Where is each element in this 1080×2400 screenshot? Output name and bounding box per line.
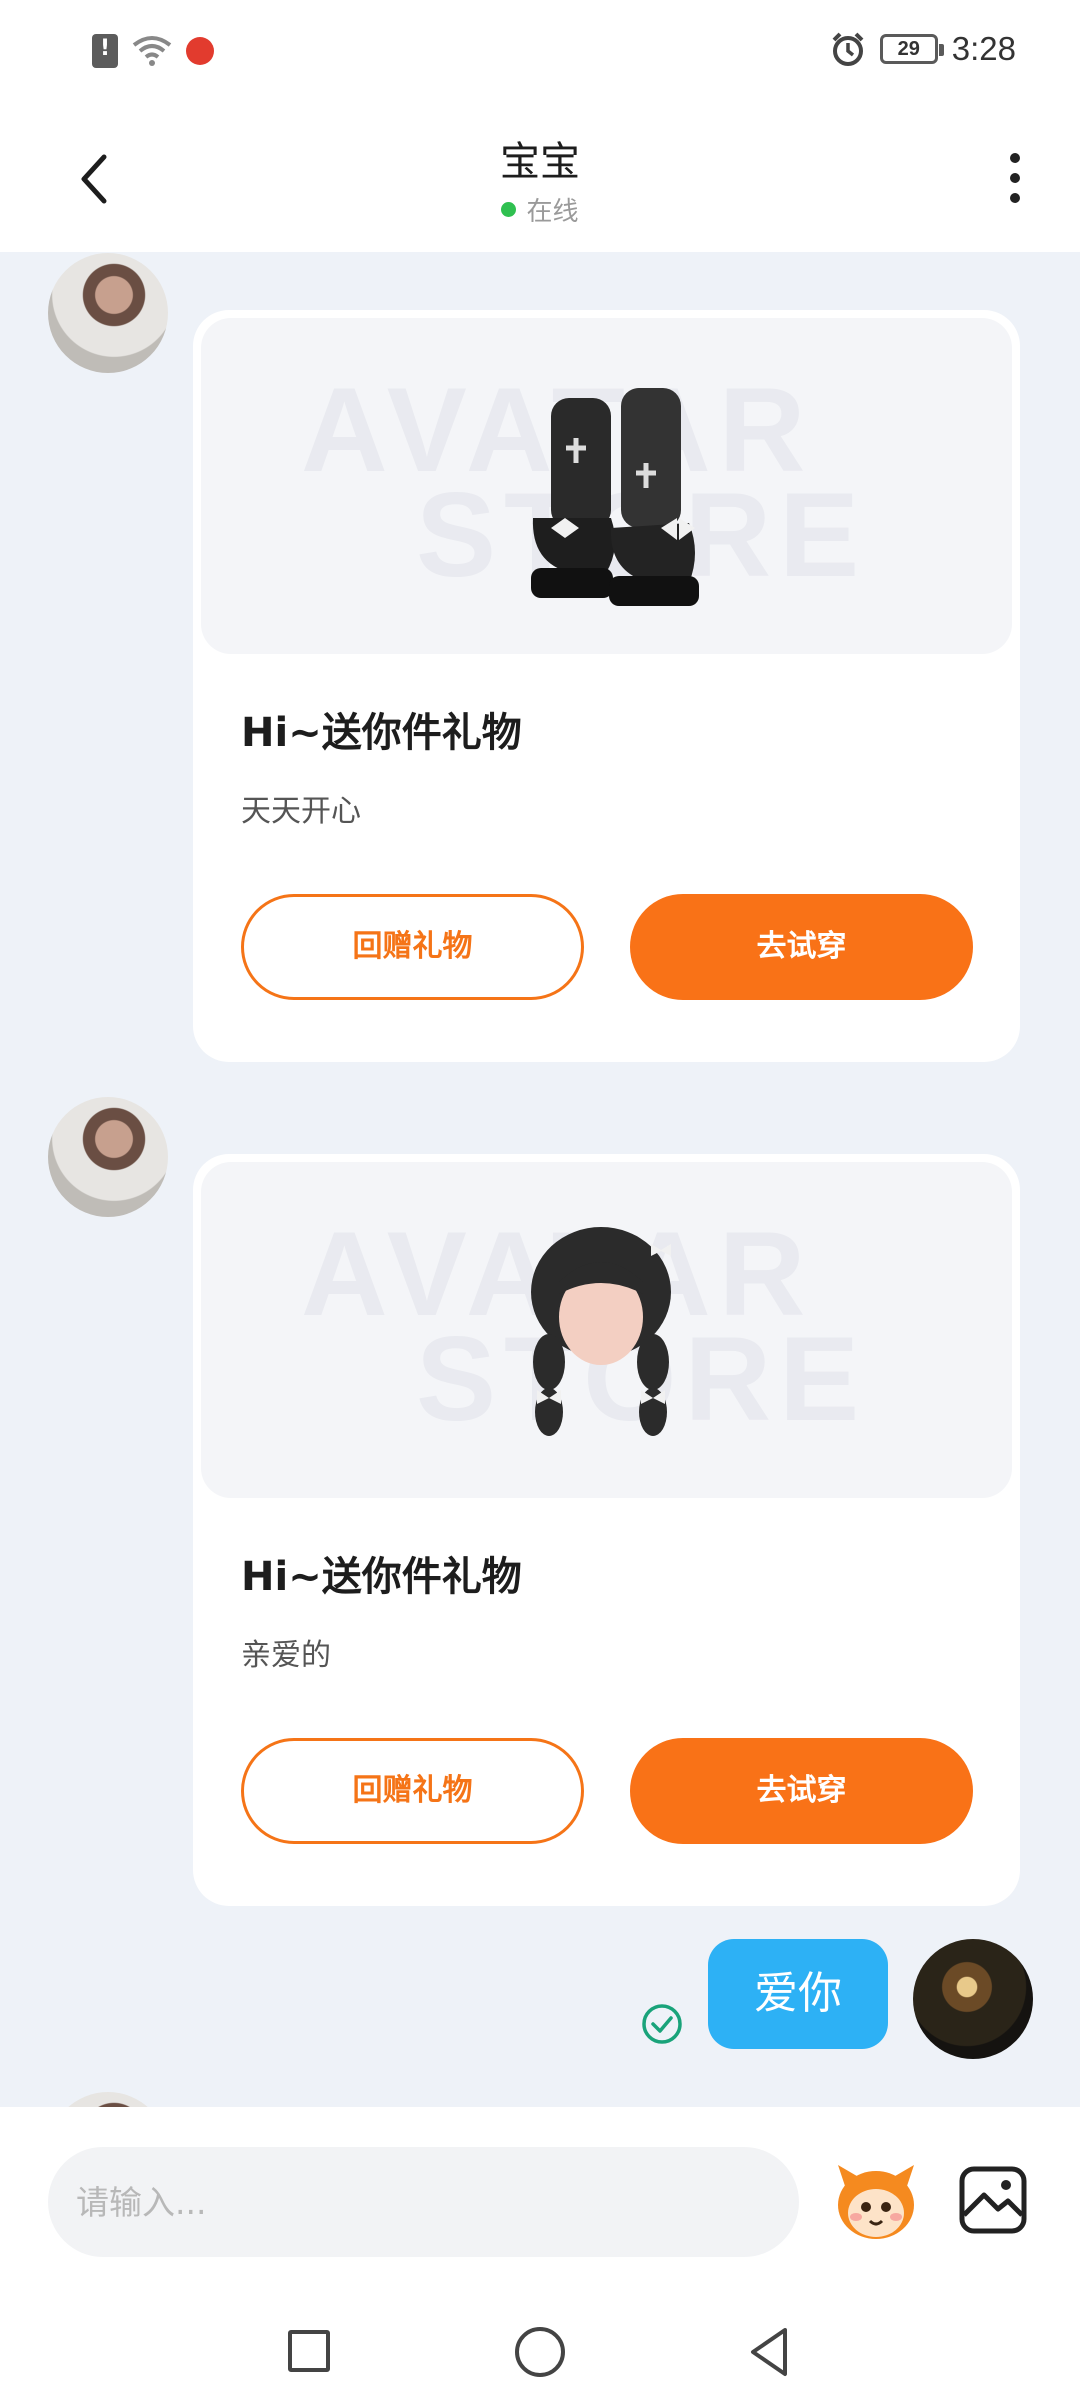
return-gift-button[interactable]: 回赠礼物 [241,1738,584,1844]
home-circle-icon[interactable] [515,2327,565,2377]
system-nav-bar [0,2287,1080,2400]
my-message-bubble[interactable]: 爱你 [708,1939,888,2049]
title-block: 宝宝 在线 [0,129,1080,228]
chat-header: 宝宝 在线 [0,105,1080,252]
gift-image: AVATAR STORE [201,318,1012,654]
gift-message: 亲爱的 [241,1638,331,1673]
sim-alert-icon [92,34,118,68]
my-avatar[interactable] [913,1939,1033,2059]
gift-image: AVATAR STORE [201,1162,1012,1498]
gift-title: Hi~送你件礼物 [241,1554,522,1600]
back-triangle-icon[interactable] [745,2325,793,2379]
boots-image [531,388,699,606]
gift-title: Hi~送你件礼物 [241,710,522,756]
status-bar: 29 3:28 [0,0,1080,105]
page-title: 宝宝 [500,139,580,185]
online-dot-icon [501,202,517,217]
more-vertical-icon[interactable] [1000,153,1030,213]
battery-icon: 29 [879,34,944,64]
online-status: 在线 [501,191,579,228]
gift-card: AVATAR STORE Hi~送你件礼物 亲爱的 回赠礼物 去试穿 [193,1154,1020,1906]
alarm-icon [832,32,864,66]
return-gift-button[interactable]: 回赠礼物 [241,894,584,1000]
wifi-icon [132,36,172,66]
friend-avatar[interactable] [48,253,168,373]
image-picker-icon[interactable] [958,2165,1028,2235]
status-right: 29 3:28 [830,30,1016,68]
emoji-mascot-icon[interactable] [830,2155,922,2247]
status-left [92,34,214,68]
recents-square-icon[interactable] [288,2330,330,2372]
input-bar [0,2107,1080,2400]
online-status-label: 在线 [526,197,579,227]
friend-avatar[interactable] [48,2092,168,2107]
friend-avatar[interactable] [48,1097,168,1217]
try-on-button[interactable]: 去试穿 [630,1738,973,1844]
gift-card: AVATAR STORE Hi~送你件礼物 天天开心 回赠礼物 去试穿 [193,310,1020,1062]
message-input[interactable] [48,2147,799,2257]
read-check-icon [642,2004,682,2044]
hair-image [531,1227,671,1436]
try-on-button[interactable]: 去试穿 [630,894,973,1000]
app-notification-icon [186,37,214,65]
clock: 3:28 [951,30,1016,67]
chat-messages[interactable]: AVATAR STORE Hi~送你件礼物 天天开心 回赠礼物 去试穿 [0,252,1080,2107]
gift-message: 天天开心 [241,794,361,829]
